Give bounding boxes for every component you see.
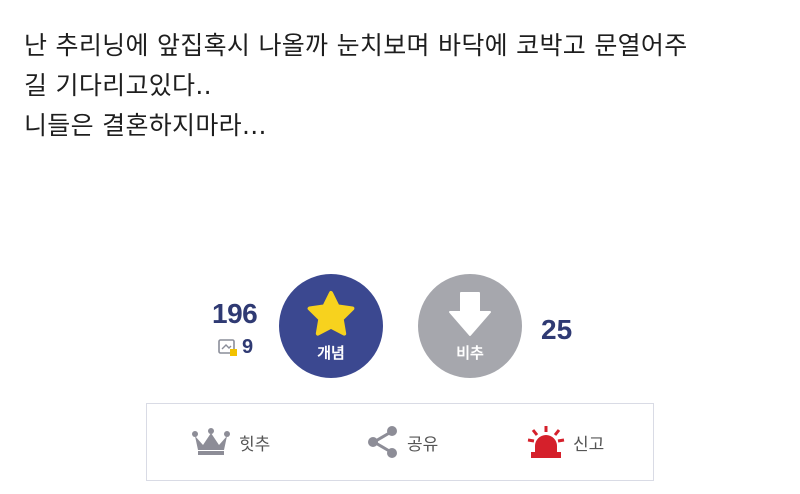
- downvote-button[interactable]: 비추: [418, 274, 522, 378]
- vote-area: 196 9 개념 비추 25: [0, 0, 800, 400]
- share-button[interactable]: 공유: [365, 404, 438, 480]
- downvote-count: 25: [541, 314, 573, 345]
- share-label: 공유: [407, 434, 439, 455]
- upvote-label: 개념: [317, 344, 345, 362]
- downvote-label: 비추: [456, 344, 484, 362]
- upvote-button[interactable]: 개념: [279, 274, 383, 378]
- fixed-count-group: 9: [218, 336, 253, 359]
- fixed-count: 9: [242, 336, 254, 358]
- down-arrow-icon: [449, 292, 491, 336]
- siren-icon: [527, 426, 565, 458]
- fixed-post-icon: [218, 338, 237, 356]
- report-label: 신고: [573, 434, 605, 455]
- share-icon: [368, 426, 397, 458]
- hit-recommend-label: 힛추: [239, 434, 271, 455]
- hit-recommend-button[interactable]: 힛추: [191, 404, 270, 480]
- star-icon: [307, 291, 355, 336]
- report-button[interactable]: 신고: [527, 404, 604, 480]
- upvote-count: 196: [212, 298, 258, 329]
- crown-icon: [192, 428, 230, 455]
- action-bar: 힛추 공유 신고: [146, 403, 654, 481]
